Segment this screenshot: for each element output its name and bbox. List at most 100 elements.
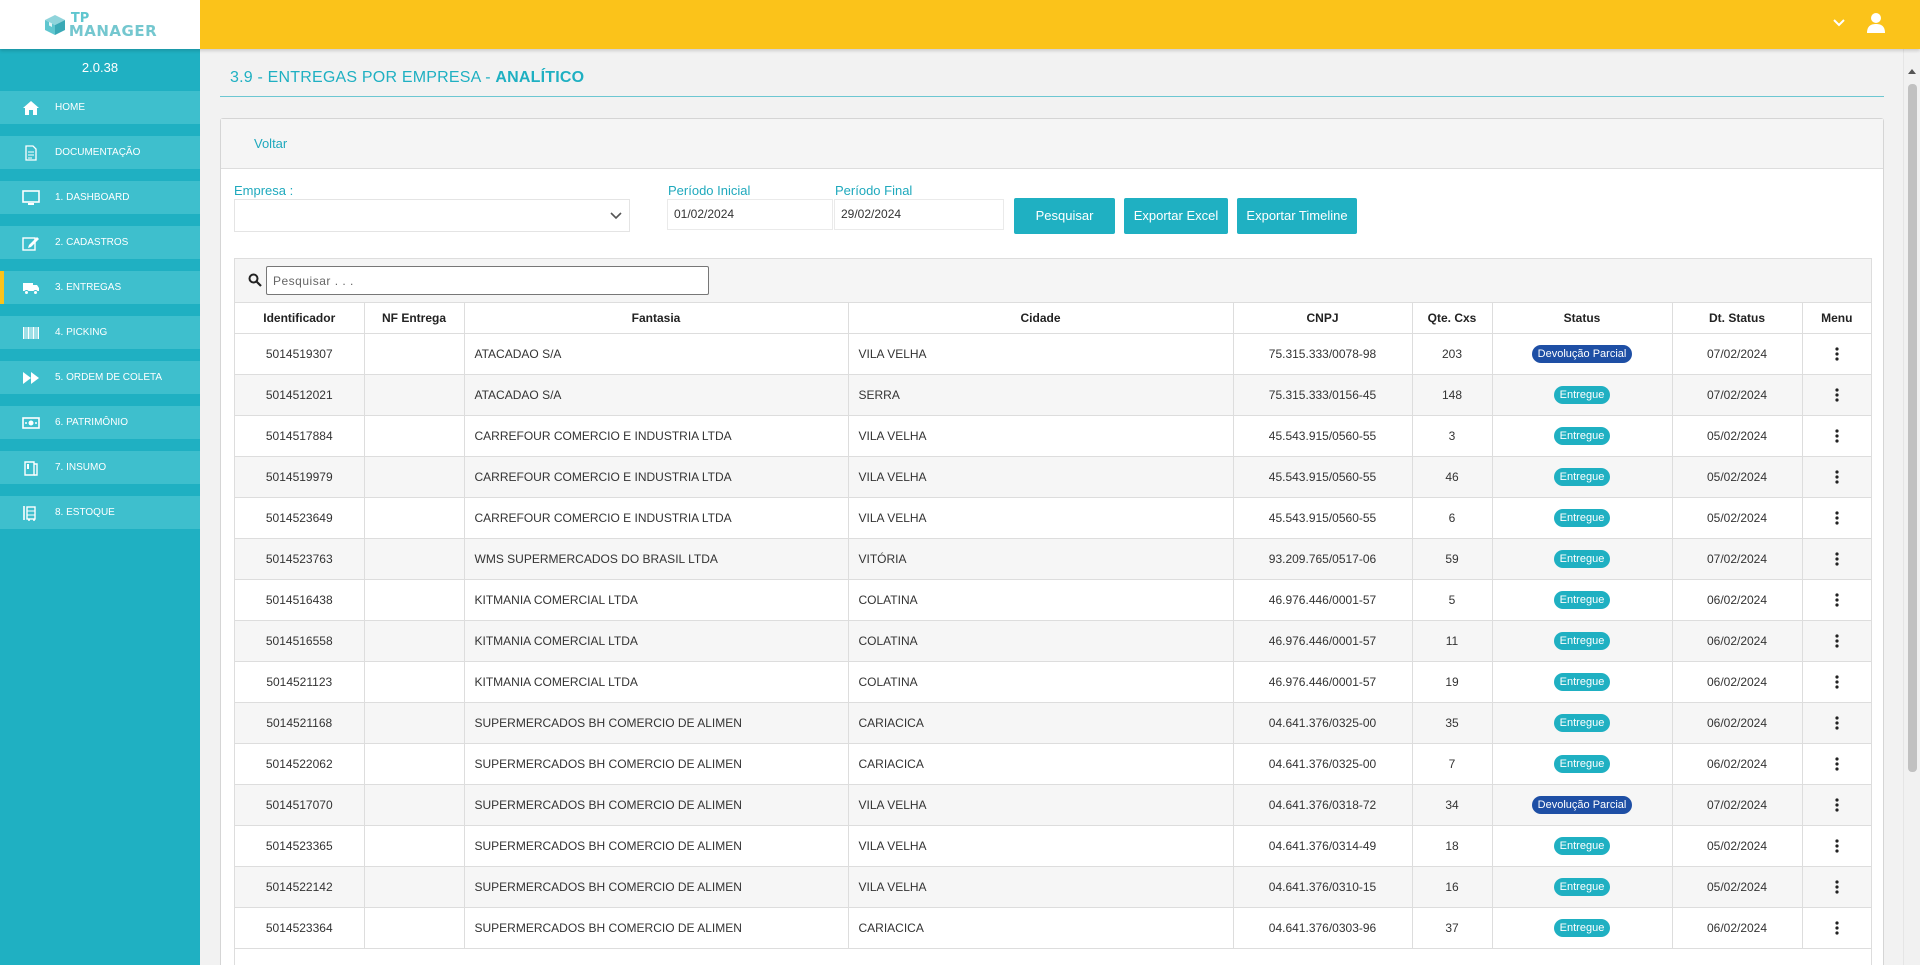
table-row[interactable]: 5014516558 KITMANIA COMERCIAL LTDA COLATIN… <box>235 620 1871 662</box>
table-row[interactable]: 5014523365 SUPERMERCADOS BH COMERCIO DE A… <box>235 825 1871 867</box>
col-cidade[interactable]: Cidade <box>848 303 1234 334</box>
col-status[interactable]: Status <box>1492 303 1673 334</box>
sidebar-item-label: DOCUMENTAÇÃO <box>55 147 141 158</box>
vertical-dots-icon[interactable] <box>1835 634 1839 648</box>
cell-identificador: 5014523365 <box>235 825 365 867</box>
table-header-row: Identificador NF Entrega Fantasia Cidade… <box>235 303 1871 334</box>
vertical-dots-icon[interactable] <box>1835 716 1839 730</box>
app-logo[interactable]: TP MANAGER <box>0 0 200 49</box>
table-row[interactable]: 5014519307 ATACADAO S/A VILA VELHA 75.315.3… <box>235 333 1871 375</box>
table-row[interactable]: 5014521123 KITMANIA COMERCIAL LTDA COLATIN… <box>235 661 1871 703</box>
col-dt-status[interactable]: Dt. Status <box>1672 303 1803 334</box>
cell-nf-entrega <box>364 497 465 539</box>
grid-search-input[interactable] <box>266 266 709 295</box>
sidebar-item-cadastros[interactable]: 2. CADASTROS <box>0 226 200 259</box>
search-icon <box>248 273 262 287</box>
sidebar-item-insumo[interactable]: 7. INSUMO <box>0 451 200 484</box>
status-badge: Entregue <box>1553 631 1611 650</box>
vertical-dots-icon[interactable] <box>1835 757 1839 771</box>
sidebar-item-documentacao[interactable]: DOCUMENTAÇÃO <box>0 136 200 169</box>
vertical-dots-icon[interactable] <box>1835 511 1839 525</box>
vertical-dots-icon[interactable] <box>1835 552 1839 566</box>
table-row[interactable]: 5014516438 KITMANIA COMERCIAL LTDA COLATIN… <box>235 579 1871 621</box>
vertical-dots-icon[interactable] <box>1835 347 1839 361</box>
cell-nf-entrega <box>364 702 465 744</box>
vertical-dots-icon[interactable] <box>1835 388 1839 402</box>
pesquisar-button[interactable]: Pesquisar <box>1014 198 1115 234</box>
cell-dt-status: 05/02/2024 <box>1672 415 1803 457</box>
sidebar-item-ordem-de-coleta[interactable]: 5. ORDEM DE COLETA <box>0 361 200 394</box>
vertical-dots-icon[interactable] <box>1835 798 1839 812</box>
page-title-bold: ANALÍTICO <box>495 69 585 86</box>
table-row[interactable]: 5014512021 ATACADAO S/A SERRA 75.315.333/01… <box>235 374 1871 416</box>
cell-menu <box>1802 456 1871 498</box>
vertical-dots-icon[interactable] <box>1835 429 1839 443</box>
cell-identificador: 5014522142 <box>235 866 365 908</box>
col-cnpj[interactable]: CNPJ <box>1233 303 1413 334</box>
cell-cnpj: 04.641.376/0310-15 <box>1233 866 1413 908</box>
page-scrollbar[interactable] <box>1903 49 1920 965</box>
cell-qte-cxs: 34 <box>1412 784 1493 826</box>
sidebar-item-picking[interactable]: 4. PICKING <box>0 316 200 349</box>
scroll-thumb[interactable] <box>1908 84 1917 772</box>
cell-qte-cxs: 3 <box>1412 415 1493 457</box>
cell-cnpj: 75.315.333/0078-98 <box>1233 333 1413 375</box>
table-row[interactable]: 5014517070 SUPERMERCADOS BH COMERCIO DE A… <box>235 784 1871 826</box>
cell-identificador: 5014517070 <box>235 784 365 826</box>
exportar-excel-button[interactable]: Exportar Excel <box>1124 198 1228 234</box>
sidebar-item-home[interactable]: HOME <box>0 91 200 124</box>
status-badge: Devolução Parcial <box>1531 795 1633 814</box>
cell-identificador: 5014521123 <box>235 661 365 703</box>
vertical-dots-icon[interactable] <box>1835 675 1839 689</box>
user-icon[interactable] <box>1866 12 1886 34</box>
table-row[interactable]: 5014522062 SUPERMERCADOS BH COMERCIO DE A… <box>235 743 1871 785</box>
vertical-dots-icon[interactable] <box>1835 921 1839 935</box>
sidebar-item-label: 7. INSUMO <box>55 462 107 473</box>
cell-dt-status: 06/02/2024 <box>1672 702 1803 744</box>
periodo-final-input[interactable]: 29/02/2024 <box>834 199 1004 230</box>
table-row[interactable]: 5014522142 SUPERMERCADOS BH COMERCIO DE A… <box>235 866 1871 908</box>
vertical-dots-icon[interactable] <box>1835 839 1839 853</box>
cell-cidade: VILA VELHA <box>848 825 1234 867</box>
user-menu-chevron-icon[interactable] <box>1830 14 1848 32</box>
cell-fantasia: SUPERMERCADOS BH COMERCIO DE ALIMEN <box>464 866 849 908</box>
col-nf-entrega[interactable]: NF Entrega <box>364 303 465 334</box>
vertical-dots-icon[interactable] <box>1835 593 1839 607</box>
cell-cidade: VILA VELHA <box>848 333 1234 375</box>
col-fantasia[interactable]: Fantasia <box>464 303 849 334</box>
sidebar-item-entregas[interactable]: 3. ENTREGAS <box>0 271 200 304</box>
scroll-up-arrow-icon[interactable] <box>1908 69 1916 74</box>
sidebar-item-patrimonio[interactable]: 6. PATRIMÔNIO <box>0 406 200 439</box>
empresa-select[interactable] <box>234 199 630 232</box>
table-row[interactable]: 5014523649 CARREFOUR COMERCIO E INDUSTRIA… <box>235 497 1871 539</box>
vertical-dots-icon[interactable] <box>1835 470 1839 484</box>
cell-cidade: COLATINA <box>848 661 1234 703</box>
cell-status: Devolução Parcial <box>1492 333 1673 375</box>
sidebar-item-estoque[interactable]: 8. ESTOQUE <box>0 496 200 529</box>
periodo-inicial-input[interactable]: 01/02/2024 <box>667 199 833 230</box>
cell-menu <box>1802 702 1871 744</box>
cell-cnpj: 04.641.376/0318-72 <box>1233 784 1413 826</box>
table-row[interactable]: 5014519979 CARREFOUR COMERCIO E INDUSTRIA… <box>235 456 1871 498</box>
status-badge: Entregue <box>1553 918 1611 937</box>
status-badge: Entregue <box>1553 754 1611 773</box>
cell-menu <box>1802 374 1871 416</box>
col-identificador[interactable]: Identificador <box>235 303 365 334</box>
status-badge: Entregue <box>1553 836 1611 855</box>
cell-cnpj: 46.976.446/0001-57 <box>1233 620 1413 662</box>
table-row[interactable]: 5014523763 WMS SUPERMERCADOS DO BRASIL LT… <box>235 538 1871 580</box>
exportar-timeline-button[interactable]: Exportar Timeline <box>1237 198 1357 234</box>
cell-nf-entrega <box>364 333 465 375</box>
table-row[interactable]: 5014523364 SUPERMERCADOS BH COMERCIO DE A… <box>235 907 1871 949</box>
cell-nf-entrega <box>364 743 465 785</box>
back-link[interactable]: Voltar <box>254 136 287 151</box>
table-row[interactable]: 5014517884 CARREFOUR COMERCIO E INDUSTRIA… <box>235 415 1871 457</box>
cell-dt-status: 05/02/2024 <box>1672 456 1803 498</box>
cell-qte-cxs: 19 <box>1412 661 1493 703</box>
table-row[interactable]: 5014521168 SUPERMERCADOS BH COMERCIO DE A… <box>235 702 1871 744</box>
sidebar-item-dashboard[interactable]: 1. DASHBOARD <box>0 181 200 214</box>
cell-qte-cxs: 37 <box>1412 907 1493 949</box>
vertical-dots-icon[interactable] <box>1835 880 1839 894</box>
cell-dt-status: 06/02/2024 <box>1672 661 1803 703</box>
col-qte-cxs[interactable]: Qte. Cxs <box>1412 303 1493 334</box>
